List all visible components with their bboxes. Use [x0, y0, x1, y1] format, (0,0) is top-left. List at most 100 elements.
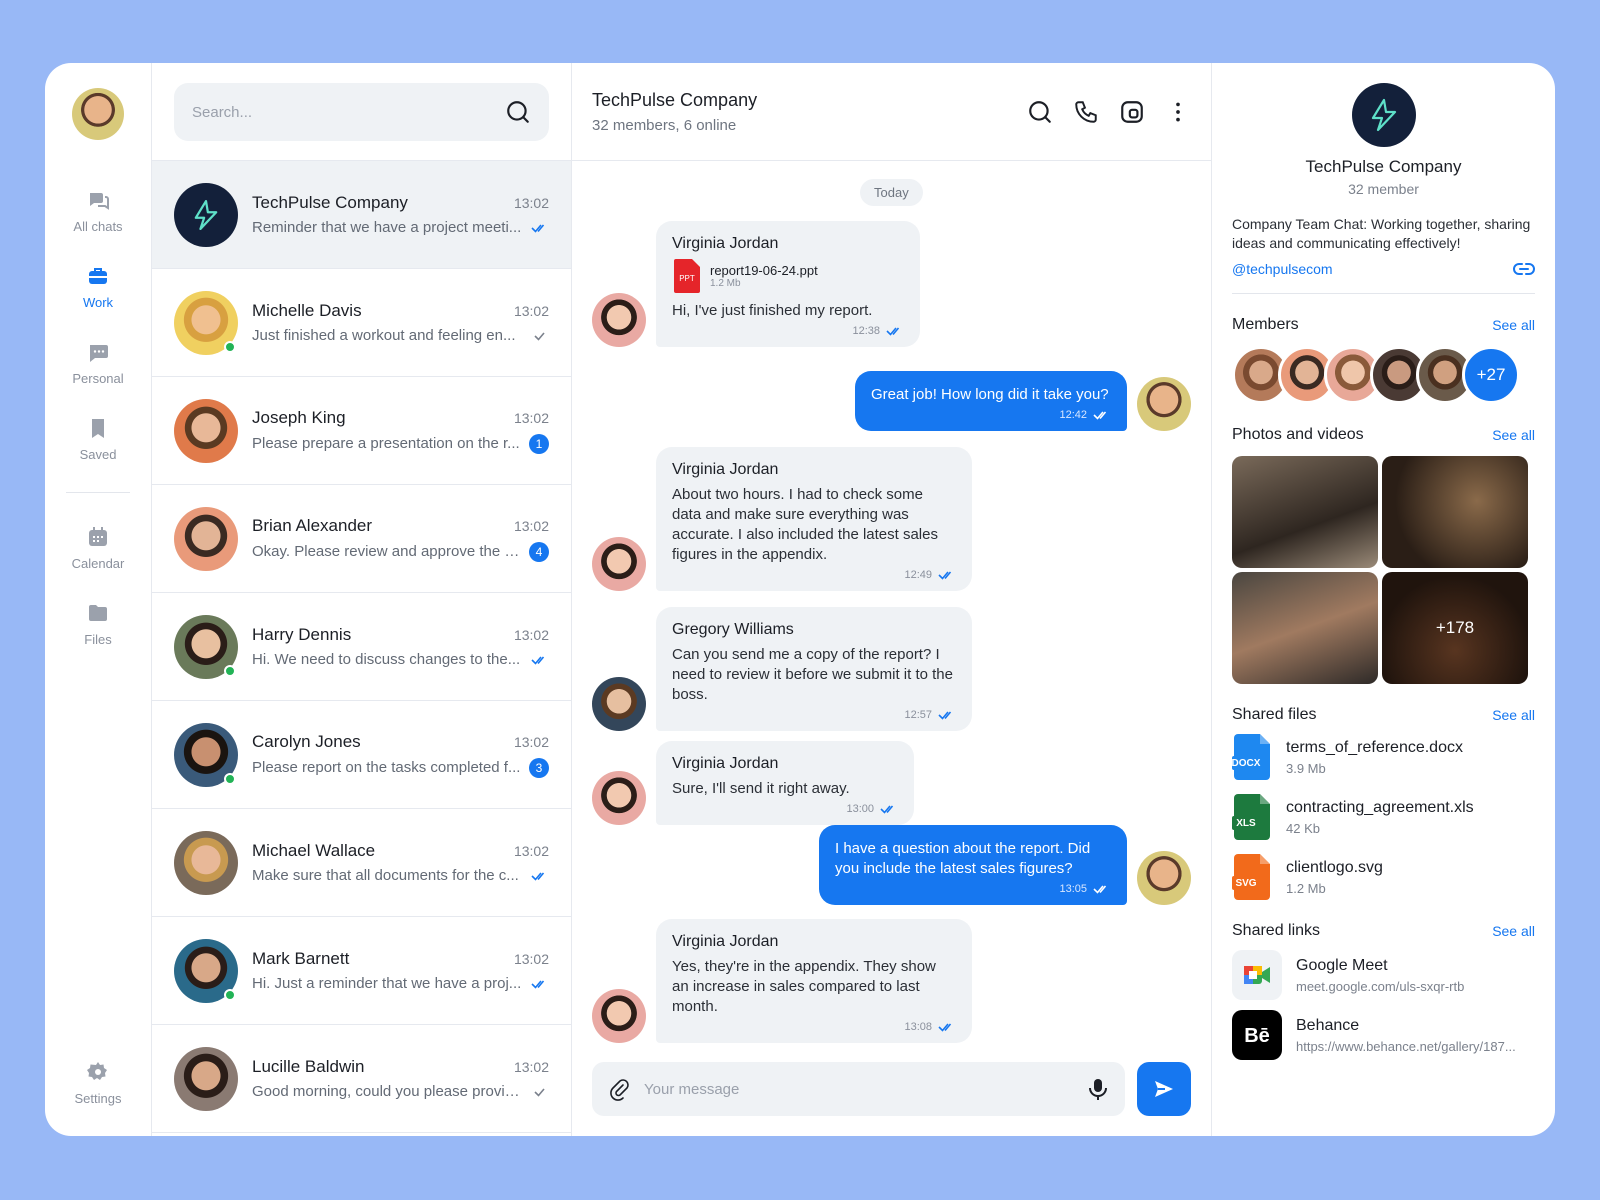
- files-see-all[interactable]: See all: [1492, 707, 1535, 723]
- svg-text:DOCX: DOCX: [1232, 758, 1261, 769]
- attachment-name: report19-06-24.ppt: [710, 263, 818, 278]
- links-header: Shared links See all: [1232, 922, 1535, 940]
- nav-settings[interactable]: Settings: [45, 1060, 151, 1106]
- message-input-box[interactable]: [592, 1062, 1125, 1116]
- chat-time: 13:02: [513, 627, 549, 643]
- members-row: +27: [1232, 346, 1535, 404]
- chat-bottom: Just finished a workout and feeling en..…: [252, 327, 549, 344]
- chat-list-item[interactable]: Mark Barnett 13:02 Hi. Just a reminder t…: [152, 917, 571, 1025]
- chat-name: Lucille Baldwin: [252, 1057, 365, 1076]
- avatar: [174, 398, 238, 463]
- message-time: 12:57: [904, 709, 932, 721]
- chat-list-item[interactable]: Lucille Baldwin 13:02 Good morning, coul…: [152, 1025, 571, 1133]
- search-input[interactable]: [192, 103, 505, 121]
- photos-more-count: +178: [1435, 618, 1475, 637]
- shared-file-item[interactable]: DOCX terms_of_reference.docx 3.9 Mb: [1232, 734, 1535, 780]
- photo-thumbnail[interactable]: [1232, 456, 1378, 568]
- chat-bottom: Please prepare a presentation on the r..…: [252, 433, 549, 454]
- chat-time: 13:02: [513, 951, 549, 967]
- chat-list-item[interactable]: Michelle Davis 13:02 Just finished a wor…: [152, 269, 571, 377]
- more-vertical-icon[interactable]: [1165, 99, 1191, 125]
- avatar: [174, 290, 238, 355]
- message-input[interactable]: [644, 1080, 1075, 1098]
- nav-all-chats[interactable]: All chats: [45, 188, 151, 234]
- chat-list-item[interactable]: TechPulse Company 13:02 Reminder that we…: [152, 161, 571, 269]
- chat-preview: Hi. We need to discuss changes to the...: [252, 651, 521, 668]
- attachment-size: 1.2 Mb: [710, 278, 741, 289]
- nav-saved[interactable]: Saved: [45, 416, 151, 462]
- more-members-button[interactable]: +27: [1462, 346, 1520, 404]
- chat-body: Harry Dennis 13:02 Hi. We need to discus…: [252, 625, 549, 668]
- nav-calendar[interactable]: Calendar: [45, 525, 151, 571]
- members-see-all[interactable]: See all: [1492, 317, 1535, 333]
- link-icon[interactable]: [1513, 262, 1535, 276]
- search-box[interactable]: [174, 83, 549, 141]
- message-author: Virginia Jordan: [672, 933, 779, 950]
- search-icon[interactable]: [505, 99, 531, 125]
- online-indicator: [224, 340, 236, 353]
- avatar: [592, 293, 646, 347]
- message-outgoing: Great job! How long did it take you? 12:…: [855, 371, 1191, 431]
- avatar: [592, 989, 646, 1043]
- message-attachment[interactable]: PPT report19-06-24.ppt 1.2 Mb: [672, 259, 904, 293]
- shared-links-list: Google Meet meet.google.com/uls-sxqr-rtb…: [1232, 950, 1535, 1060]
- chat-name: TechPulse Company: [252, 193, 408, 212]
- chat-preview: Hi. Just a reminder that we have a proj.…: [252, 975, 522, 992]
- send-button[interactable]: [1137, 1062, 1191, 1116]
- attach-icon[interactable]: [608, 1077, 632, 1101]
- chat-list-item[interactable]: Michael Wallace 13:02 Make sure that all…: [152, 809, 571, 917]
- chat-list-item[interactable]: Brian Alexander 13:02 Okay. Please revie…: [152, 485, 571, 593]
- search-area: [152, 63, 571, 161]
- composer: [592, 1062, 1191, 1116]
- chat-list-item[interactable]: Harry Dennis 13:02 Hi. We need to discus…: [152, 593, 571, 701]
- phone-icon[interactable]: [1073, 99, 1099, 125]
- message-incoming: Virginia Jordan About two hours. I had t…: [592, 447, 972, 591]
- message-text: Can you send me a copy of the report? I …: [672, 646, 953, 703]
- avatar: [592, 537, 646, 591]
- message-incoming: Virginia Jordan Yes, they're in the appe…: [592, 919, 972, 1043]
- search-icon[interactable]: [1027, 99, 1053, 125]
- chat-time: 13:02: [513, 517, 549, 534]
- microphone-icon[interactable]: [1087, 1077, 1109, 1101]
- video-icon[interactable]: [1119, 99, 1145, 125]
- techpulse-logo-icon: [1371, 98, 1396, 132]
- file-name: contracting_agreement.xls: [1286, 798, 1474, 816]
- shared-file-item[interactable]: XLS contracting_agreement.xls 42 Kb: [1232, 794, 1535, 840]
- chat-time: 13:02: [513, 843, 549, 859]
- online-indicator: [224, 988, 236, 1001]
- google-meet-icon: [1232, 950, 1282, 1000]
- nav-work[interactable]: Work: [45, 264, 151, 310]
- docx-file-icon: DOCX: [1232, 734, 1270, 780]
- group-handle[interactable]: @techpulsecom: [1232, 261, 1333, 277]
- photo-thumbnail[interactable]: [1232, 572, 1378, 684]
- nav-label: Personal: [72, 371, 124, 386]
- svg-text:Bē: Bē: [1244, 1025, 1270, 1047]
- chat-top: Mark Barnett 13:02: [252, 949, 549, 969]
- messenger-app: All chats Work Personal Saved Calendar F…: [45, 63, 1555, 1136]
- nav-label: Saved: [79, 447, 117, 462]
- file-size: 1.2 Mb: [1286, 880, 1326, 896]
- chat-list-item[interactable]: Carolyn Jones 13:02 Please report on the…: [152, 701, 571, 809]
- nav-files[interactable]: Files: [45, 601, 151, 647]
- shared-link-item[interactable]: Bē Behance https://www.behance.net/galle…: [1232, 1010, 1535, 1060]
- chat-bottom: Make sure that all documents for the c..…: [252, 867, 549, 884]
- message-incoming: Gregory Williams Can you send me a copy …: [592, 607, 972, 731]
- shared-link-item[interactable]: Google Meet meet.google.com/uls-sxqr-rtb: [1232, 950, 1535, 1000]
- more-photos-button[interactable]: +178: [1382, 572, 1528, 684]
- message-author: Gregory Williams: [672, 621, 794, 638]
- links-see-all[interactable]: See all: [1492, 923, 1535, 939]
- shared-file-item[interactable]: SVG clientlogo.svg 1.2 Mb: [1232, 854, 1535, 900]
- chat-top: Carolyn Jones 13:02: [252, 732, 549, 752]
- photos-grid: +178: [1232, 456, 1535, 684]
- nav-personal[interactable]: Personal: [45, 340, 151, 386]
- avatar: [174, 830, 238, 895]
- my-avatar[interactable]: [72, 88, 124, 140]
- group-description: Company Team Chat: Working together, sha…: [1232, 216, 1531, 251]
- message-bubble: I have a question about the report. Did …: [819, 825, 1127, 905]
- chat-name: Brian Alexander: [252, 515, 373, 535]
- conversation-title: TechPulse Company: [592, 89, 758, 110]
- photo-thumbnail[interactable]: [1382, 456, 1528, 568]
- chat-list-item[interactable]: Joseph King 13:02 Please prepare a prese…: [152, 377, 571, 485]
- chats-icon: [90, 193, 109, 210]
- photos-see-all[interactable]: See all: [1492, 427, 1535, 443]
